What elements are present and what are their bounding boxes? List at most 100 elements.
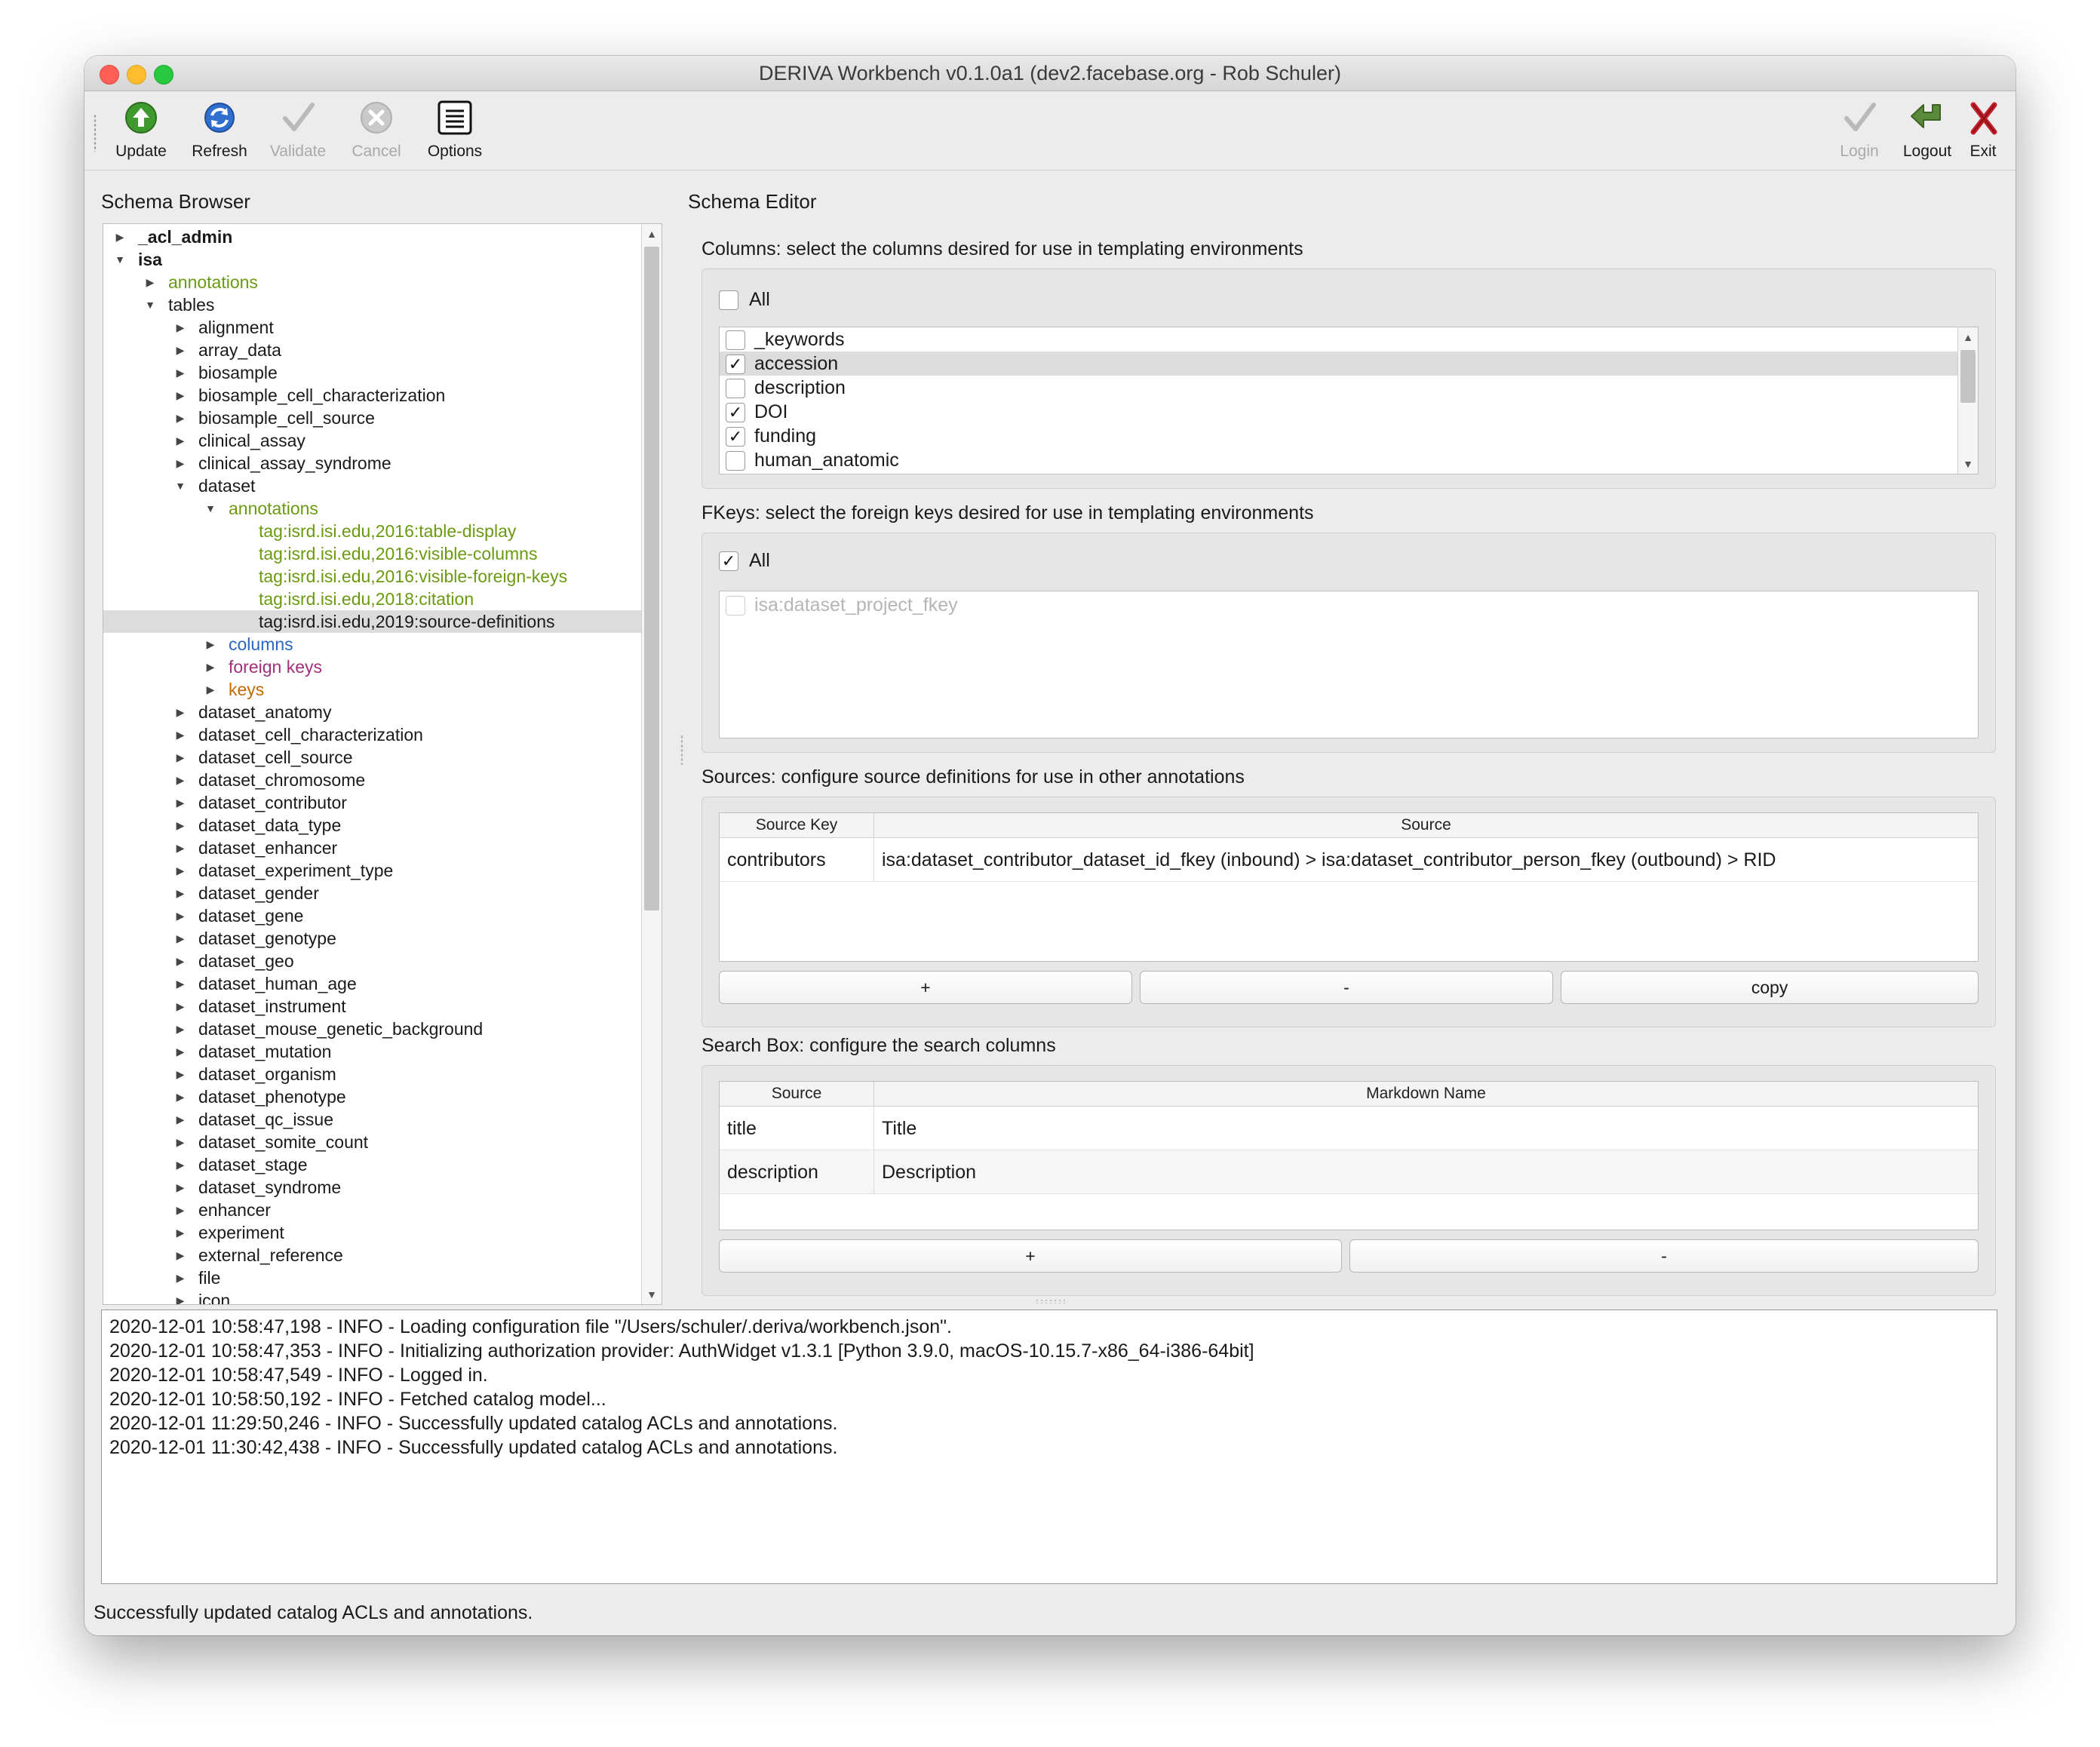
sources-add-button[interactable]: + [719,971,1132,1004]
tree-item[interactable]: ▶ dataset_enhancer [103,837,642,859]
collapsed-arrow-icon[interactable]: ▶ [173,814,188,837]
sources-remove-button[interactable]: - [1140,971,1553,1004]
collapsed-arrow-icon[interactable]: ▶ [173,1018,188,1040]
column-checkbox[interactable]: ✓ [726,403,745,422]
options-button[interactable]: Options [413,99,496,167]
update-button[interactable]: Update [100,99,183,167]
tree-item[interactable]: ▶ dataset_stage [103,1153,642,1176]
collapsed-arrow-icon[interactable]: ▶ [173,950,188,972]
collapsed-arrow-icon[interactable]: ▶ [173,452,188,474]
sources-copy-button[interactable]: copy [1561,971,1979,1004]
collapsed-arrow-icon[interactable]: ▶ [173,1266,188,1289]
fkey-item[interactable]: isa:dataset_project_fkey [720,593,1978,617]
tree-item[interactable]: ▶ enhancer [103,1199,642,1221]
collapsed-arrow-icon[interactable]: ▶ [203,633,218,656]
tree-item[interactable]: tag:isrd.isi.edu,2018:citation [103,588,642,610]
collapsed-arrow-icon[interactable]: ▶ [173,1221,188,1244]
search-table[interactable]: Source Markdown Name title Title descripti… [719,1081,1979,1230]
tree-item[interactable]: ▶ dataset_syndrome [103,1176,642,1199]
tree-item[interactable]: ▶ dataset_mouse_genetic_background [103,1018,642,1040]
tree-item[interactable]: ▶ keys [103,678,642,701]
collapsed-arrow-icon[interactable]: ▶ [173,1153,188,1176]
tree-item[interactable]: ▶ dataset_phenotype [103,1085,642,1108]
collapsed-arrow-icon[interactable]: ▶ [173,384,188,407]
tree-item[interactable]: ▶ foreign keys [103,656,642,678]
columns-scrollbar[interactable]: ▲ ▼ [1957,327,1978,474]
collapsed-arrow-icon[interactable]: ▶ [173,407,188,429]
collapsed-arrow-icon[interactable]: ▶ [203,678,218,701]
columns-scroll-thumb[interactable] [1960,350,1976,403]
tree-item[interactable]: ▶ dataset_qc_issue [103,1108,642,1131]
tree-item[interactable]: ▶ experiment [103,1221,642,1244]
tree-item[interactable]: ▶ clinical_assay [103,429,642,452]
cancel-button[interactable]: Cancel [335,99,418,167]
tree-item[interactable]: ▶ dataset_contributor [103,791,642,814]
column-item[interactable]: ✓ funding [720,424,1957,448]
source-key-cell[interactable]: contributors [720,838,874,882]
collapsed-arrow-icon[interactable]: ▶ [173,927,188,950]
column-checkbox[interactable] [726,379,745,398]
tree-item[interactable]: tag:isrd.isi.edu,2016:visible-foreign-ke… [103,565,642,588]
expanded-arrow-icon[interactable]: ▼ [112,248,127,271]
tree-item[interactable]: ▶ file [103,1266,642,1289]
sources-table[interactable]: Source Key Source contributors isa:datase… [719,812,1979,962]
expanded-arrow-icon[interactable]: ▼ [203,497,218,520]
collapsed-arrow-icon[interactable]: ▶ [173,1131,188,1153]
collapsed-arrow-icon[interactable]: ▶ [173,904,188,927]
tree-item[interactable]: ▶ dataset_mutation [103,1040,642,1063]
tree-item[interactable]: ▶ dataset_experiment_type [103,859,642,882]
fkeys-list[interactable]: isa:dataset_project_fkey [719,591,1979,738]
tree-item[interactable]: ▶ _acl_admin [103,226,642,248]
column-checkbox[interactable] [726,451,745,471]
search-source-cell[interactable]: title [720,1107,874,1150]
collapsed-arrow-icon[interactable]: ▶ [173,1289,188,1304]
search-add-button[interactable]: + [719,1239,1342,1273]
collapsed-arrow-icon[interactable]: ▶ [173,1085,188,1108]
search-markdown-name-cell[interactable]: Description [874,1150,1978,1194]
tree-item[interactable]: ▼ isa [103,248,642,271]
collapsed-arrow-icon[interactable]: ▶ [112,226,127,248]
column-item[interactable]: ✓ DOI [720,400,1957,424]
column-checkbox[interactable] [726,330,745,350]
tree-item[interactable]: ▶ dataset_anatomy [103,701,642,723]
validate-button[interactable]: Validate [256,99,339,167]
tree-item[interactable]: ▶ dataset_somite_count [103,1131,642,1153]
column-item[interactable]: description [720,376,1957,400]
collapsed-arrow-icon[interactable]: ▶ [173,316,188,339]
tree-scroll-thumb[interactable] [644,247,659,910]
tree-item[interactable]: ▶ dataset_geo [103,950,642,972]
collapsed-arrow-icon[interactable]: ▶ [173,769,188,791]
log-console[interactable]: 2020-12-01 10:58:47,198 - INFO - Loading… [101,1309,1997,1584]
tree-item[interactable]: ▶ biosample_cell_characterization [103,384,642,407]
column-item[interactable]: _keywords [720,327,1957,352]
column-checkbox[interactable]: ✓ [726,427,745,447]
tree-item[interactable]: tag:isrd.isi.edu,2016:table-display [103,520,642,542]
column-item[interactable]: human_anatomic [720,448,1957,472]
tree-item[interactable]: ▼ dataset [103,474,642,497]
search-markdown-name-cell[interactable]: Title [874,1107,1978,1150]
tree-item[interactable]: ▶ dataset_gene [103,904,642,927]
collapsed-arrow-icon[interactable]: ▶ [203,656,218,678]
tree-item[interactable]: ▼ tables [103,293,642,316]
collapsed-arrow-icon[interactable]: ▶ [173,837,188,859]
tree-item[interactable]: ▶ dataset_instrument [103,995,642,1018]
collapsed-arrow-icon[interactable]: ▶ [173,361,188,384]
tree-item[interactable]: ▶ clinical_assay_syndrome [103,452,642,474]
tree-item[interactable]: ▶ icon [103,1289,642,1304]
collapsed-arrow-icon[interactable]: ▶ [173,1108,188,1131]
tree-item[interactable]: ▶ dataset_data_type [103,814,642,837]
scroll-down-icon[interactable]: ▼ [642,1285,662,1304]
columns-scroll-up-icon[interactable]: ▲ [1958,327,1978,347]
collapsed-arrow-icon[interactable]: ▶ [173,972,188,995]
tree-item[interactable]: ▶ biosample_cell_source [103,407,642,429]
tree-item[interactable]: tag:isrd.isi.edu,2016:visible-columns [103,542,642,565]
collapsed-arrow-icon[interactable]: ▶ [173,1063,188,1085]
search-header-source[interactable]: Source [720,1082,874,1107]
tree-scrollbar[interactable]: ▲ ▼ [641,224,662,1304]
collapsed-arrow-icon[interactable]: ▶ [173,882,188,904]
search-source-cell[interactable]: description [720,1150,874,1194]
scroll-up-icon[interactable]: ▲ [642,224,662,244]
columns-list[interactable]: human_anatomic ✓ funding ✓ DOI description ✓ ac… [719,327,1979,474]
sources-header-source[interactable]: Source [874,813,1978,838]
tree-item[interactable]: tag:isrd.isi.edu,2019:source-definitions [103,610,642,633]
